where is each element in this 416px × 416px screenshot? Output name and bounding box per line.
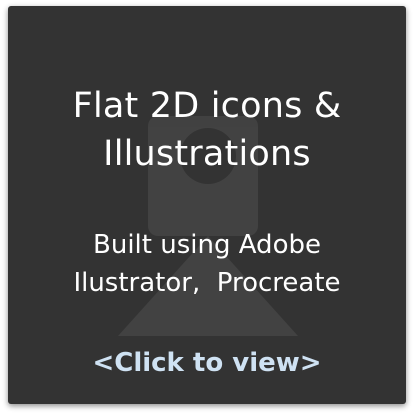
background-illustration (118, 116, 298, 336)
card-title-line-1: Flat 2D icons & (72, 86, 342, 126)
card-title-line-2: Illustrations (103, 134, 311, 174)
portfolio-card[interactable]: Flat 2D icons & Illustrations Built usin… (8, 6, 406, 404)
card-subtitle: Built using Adobe Ilustrator, Procreate (8, 226, 406, 302)
card-title: Flat 2D icons & Illustrations (8, 82, 406, 178)
click-to-view-link[interactable]: <Click to view> (8, 346, 406, 380)
card-subtitle-line-2: Ilustrator, Procreate (73, 268, 341, 298)
card-subtitle-line-1: Built using Adobe (93, 230, 321, 260)
